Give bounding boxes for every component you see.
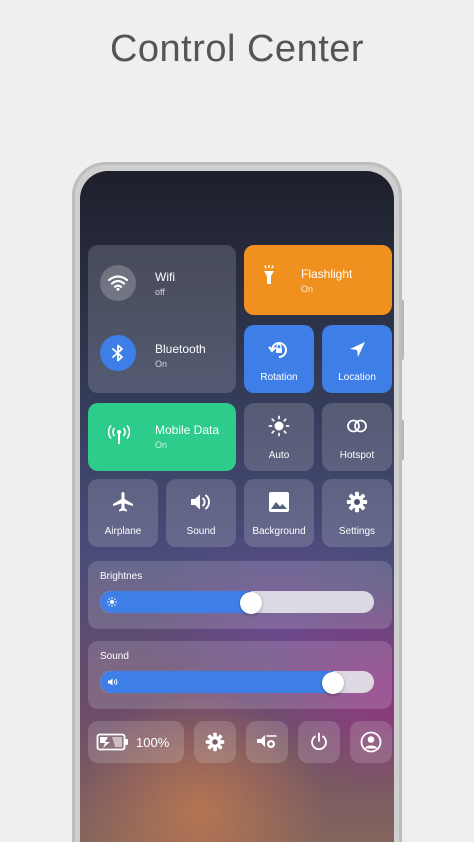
brightness-label: Brightnes — [100, 571, 143, 582]
antenna-icon — [108, 425, 130, 445]
gear-icon — [346, 491, 368, 513]
wifi-icon — [100, 265, 136, 301]
airplane-toggle[interactable]: Airplane — [88, 479, 158, 547]
bluetooth-icon — [100, 335, 136, 371]
rotation-label: Rotation — [260, 372, 298, 383]
image-icon — [268, 491, 290, 513]
phone-frame: Wifi off Bluetooth On Flashlight On Rota… — [72, 162, 402, 842]
sun-icon — [268, 415, 290, 437]
sun-small-icon — [107, 597, 117, 607]
location-label: Location — [338, 372, 376, 383]
speaker-small-icon — [107, 677, 118, 687]
auto-label: Auto — [268, 450, 290, 461]
bluetooth-label: Bluetooth — [155, 342, 206, 356]
bluetooth-status: On — [155, 359, 168, 369]
hotspot-toggle[interactable]: Hotspot — [322, 403, 392, 471]
brightness-slider[interactable] — [100, 591, 374, 613]
bluetooth-toggle[interactable]: Bluetooth On — [88, 319, 236, 393]
settings-label: Settings — [338, 526, 376, 537]
quick-settings-button[interactable] — [194, 721, 236, 763]
mobile-data-toggle[interactable]: Mobile Data On — [88, 403, 236, 471]
location-toggle[interactable]: Location — [322, 325, 392, 393]
sound-label: Sound — [186, 526, 216, 537]
mobile-data-label: Mobile Data — [155, 423, 220, 437]
user-button[interactable] — [350, 721, 392, 763]
power-button[interactable] — [298, 721, 340, 763]
gear-icon — [205, 732, 225, 752]
brightness-slider-fill — [100, 591, 251, 613]
wifi-label: Wifi — [155, 270, 175, 284]
rotation-icon — [268, 339, 290, 361]
flashlight-label: Flashlight — [301, 267, 353, 281]
background-button[interactable]: Background — [244, 479, 314, 547]
mobile-data-status: On — [155, 440, 168, 450]
phone-screen: Wifi off Bluetooth On Flashlight On Rota… — [80, 171, 394, 842]
brightness-slider-thumb[interactable] — [240, 592, 262, 614]
hotspot-icon — [345, 418, 369, 434]
connectivity-card: Wifi off Bluetooth On — [88, 245, 236, 393]
airplane-label: Airplane — [104, 526, 142, 537]
bottom-bar: 100% — [88, 721, 392, 763]
flashlight-icon — [262, 265, 276, 285]
brightness-card: Brightnes — [88, 561, 392, 629]
settings-button[interactable]: Settings — [322, 479, 392, 547]
brightness-mode-icon — [256, 732, 278, 752]
wifi-toggle[interactable]: Wifi off — [88, 245, 236, 319]
flashlight-toggle[interactable]: Flashlight On — [244, 245, 392, 315]
sound-toggle[interactable]: Sound — [166, 479, 236, 547]
brightness-mode-button[interactable] — [246, 721, 288, 763]
battery-charging-icon — [96, 732, 130, 752]
rotation-toggle[interactable]: Rotation — [244, 325, 314, 393]
airplane-icon — [111, 491, 135, 513]
user-icon — [360, 731, 382, 753]
battery-saver-button[interactable]: 100% — [88, 721, 184, 763]
battery-percent: 100% — [136, 734, 170, 750]
sound-slider-fill — [100, 671, 333, 693]
sound-slider-thumb[interactable] — [322, 672, 344, 694]
auto-brightness-toggle[interactable]: Auto — [244, 403, 314, 471]
sound-card: Sound — [88, 641, 392, 709]
page-title: Control Center — [109, 28, 365, 70]
power-icon — [309, 732, 329, 752]
wifi-status: off — [155, 287, 165, 297]
background-label: Background — [252, 526, 306, 537]
speaker-icon — [189, 492, 213, 512]
hotspot-label: Hotspot — [339, 450, 375, 461]
location-icon — [347, 340, 367, 360]
flashlight-status: On — [301, 284, 314, 294]
sound-slider-label: Sound — [100, 651, 129, 662]
